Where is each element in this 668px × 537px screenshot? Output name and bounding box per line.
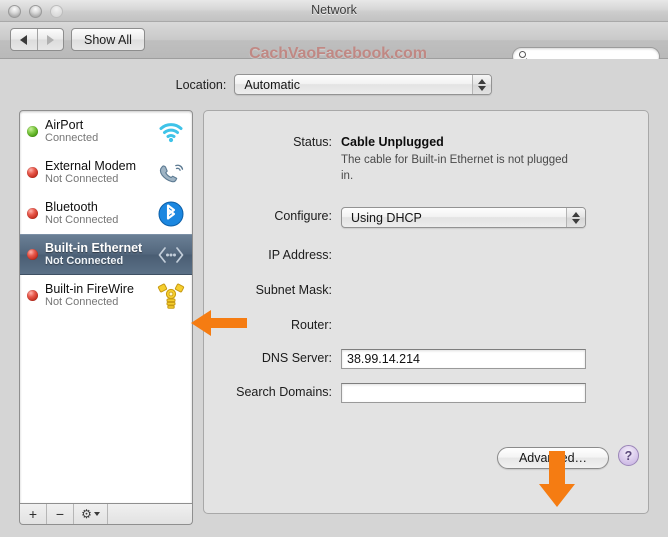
chevron-down-icon <box>93 512 100 516</box>
configure-row: Configure: Using DHCP <box>204 207 586 228</box>
configure-label: Configure: <box>274 209 332 223</box>
advanced-label: Advanced… <box>518 451 588 465</box>
add-interface-button[interactable]: + <box>20 504 47 524</box>
list-item-selected[interactable]: Built-in Ethernet Not Connected <box>20 234 192 275</box>
chevron-updown-icon <box>566 208 585 227</box>
location-label: Location: <box>175 77 227 92</box>
location-popup-button[interactable]: Automatic <box>234 74 493 95</box>
interface-status: Not Connected <box>45 296 119 309</box>
search-domains-input[interactable] <box>342 386 585 400</box>
status-indicator-red <box>27 249 38 260</box>
interface-detail-panel: Status: Cable Unplugged The cable for Bu… <box>203 110 649 514</box>
interface-status: Connected <box>45 132 99 145</box>
advanced-button[interactable]: Advanced… <box>497 447 609 469</box>
interface-status: Not Connected <box>45 214 119 227</box>
configure-value: Using DHCP <box>351 210 422 225</box>
list-item[interactable]: Bluetooth Not Connected <box>20 193 192 234</box>
list-toolbar: + − ⚙ <box>19 504 193 525</box>
interface-name: AirPort <box>45 118 84 133</box>
back-button[interactable] <box>11 29 38 50</box>
status-row: Status: Cable Unplugged <box>204 133 444 149</box>
search-domains-label: Search Domains: <box>236 385 332 399</box>
bluetooth-icon <box>156 199 186 229</box>
forward-arrow-icon <box>46 34 54 45</box>
status-indicator-red <box>27 167 38 178</box>
status-description: The cable for Built-in Ethernet is not p… <box>341 154 568 182</box>
ethernet-icon <box>156 240 186 270</box>
subnet-mask-label: Subnet Mask: <box>255 283 332 297</box>
action-menu-button[interactable]: ⚙ <box>74 504 108 524</box>
interface-status: Not Connected <box>45 173 119 186</box>
back-arrow-icon <box>20 34 28 45</box>
dns-server-input[interactable] <box>342 352 585 366</box>
interface-status: Not Connected <box>45 255 124 268</box>
ip-address-label: IP Address: <box>268 248 332 262</box>
location-value: Automatic <box>244 77 300 92</box>
interface-name: External Modem <box>45 159 137 174</box>
show-all-label: Show All <box>84 32 132 47</box>
modem-phone-icon <box>156 158 186 188</box>
dns-server-label: DNS Server: <box>261 351 332 365</box>
interface-name: Built-in FireWire <box>45 282 134 297</box>
navigation-buttons <box>10 28 64 51</box>
status-indicator-red <box>27 290 38 301</box>
status-indicator-red <box>27 208 38 219</box>
airport-wifi-icon <box>156 117 186 147</box>
network-preferences-window: Network Show All CachVaoFacebook.com Loc… <box>0 0 668 537</box>
status-indicator-green <box>27 126 38 137</box>
title-bar: Network <box>0 0 668 22</box>
preferences-body: Location: Automatic AirPort Connected Ex… <box>0 59 668 537</box>
gear-icon: ⚙ <box>81 507 92 521</box>
dns-server-field[interactable] <box>341 349 586 369</box>
subnet-mask-value <box>332 281 341 283</box>
network-interface-list[interactable]: AirPort Connected External Modem Not Con… <box>19 110 193 504</box>
search-domains-row: Search Domains: <box>204 383 586 403</box>
list-item[interactable]: External Modem Not Connected <box>20 152 192 193</box>
list-item[interactable]: Built-in FireWire Not Connected <box>20 275 192 316</box>
router-label: Router: <box>291 318 332 332</box>
router-row: Router: <box>204 316 341 332</box>
window-title: Network <box>311 3 357 17</box>
help-button[interactable]: ? <box>618 445 639 466</box>
router-value <box>332 316 341 318</box>
dns-server-row: DNS Server: <box>204 349 586 369</box>
list-item[interactable]: AirPort Connected <box>20 111 192 152</box>
minus-icon: − <box>55 506 65 522</box>
show-all-button[interactable]: Show All <box>71 28 145 51</box>
forward-button[interactable] <box>38 29 64 50</box>
location-row: Location: Automatic <box>0 74 668 95</box>
firewire-icon <box>156 281 186 311</box>
interface-name: Built-in Ethernet <box>45 241 143 256</box>
help-icon: ? <box>624 448 633 463</box>
status-value: Cable Unplugged <box>341 135 444 149</box>
status-label: Status: <box>293 135 332 149</box>
interface-name: Bluetooth <box>45 200 98 215</box>
chevron-updown-icon <box>472 75 492 94</box>
search-domains-field[interactable] <box>341 383 586 403</box>
remove-interface-button[interactable]: − <box>47 504 74 524</box>
configure-popup-button[interactable]: Using DHCP <box>341 207 586 228</box>
ip-address-value <box>332 246 341 248</box>
subnet-mask-row: Subnet Mask: <box>204 281 341 297</box>
ip-address-row: IP Address: <box>204 246 341 262</box>
toolbar: Show All CachVaoFacebook.com <box>0 22 668 66</box>
plus-icon: + <box>28 506 38 522</box>
